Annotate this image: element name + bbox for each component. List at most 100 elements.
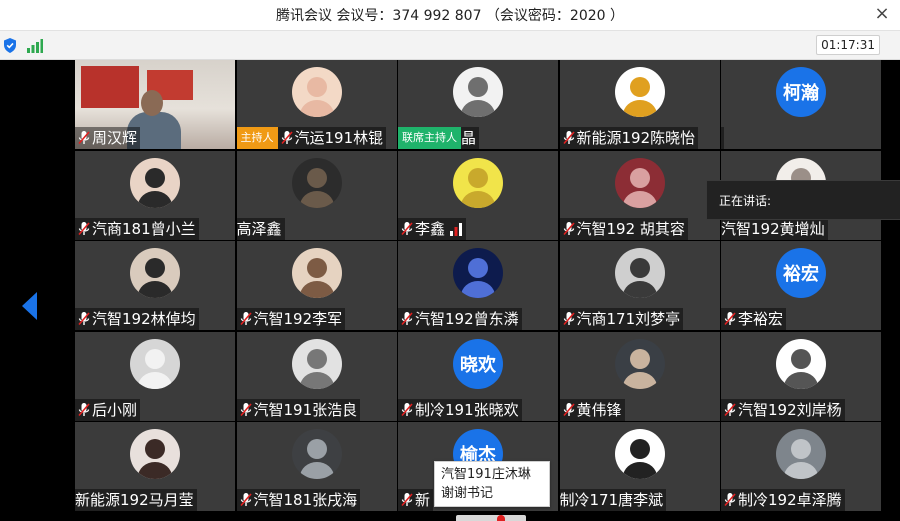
participant-tile[interactable]: 汽智191张浩良 (236, 331, 397, 421)
participant-tile[interactable]: 新能源192马月莹 (75, 422, 235, 511)
participant-name-row: 周汉辉 (75, 127, 141, 149)
name-plate (721, 127, 724, 149)
mic-icon (78, 312, 90, 326)
mic-icon (562, 312, 575, 326)
name-plate: 汽智192曾东潾 (398, 308, 522, 330)
girl-avatar-icon (130, 157, 180, 208)
shield-icon[interactable] (3, 38, 17, 53)
name-plate: 制冷171唐李斌 (559, 489, 667, 511)
bw-avatar-icon (614, 248, 665, 298)
participant-name: 新能源192陈晓怡 (576, 129, 696, 147)
participant-tile[interactable]: 裕宏李裕宏 (721, 241, 881, 330)
participant-tile[interactable]: 汽智192 胡其容 (559, 150, 720, 240)
baby-avatar-icon (291, 67, 342, 117)
name-plate: 汽智181张戌海 (236, 489, 361, 511)
participant-tile[interactable]: 周汉辉 (75, 60, 235, 149)
video-stage: 周汉辉 主持人 汽运191林锟 联席主持人晶 新能源192陈晓怡 柯瀚汽商181曾小兰 高泽… (0, 60, 900, 521)
participant-tile[interactable]: 汽智192李军 (236, 241, 397, 330)
volume-level-icon (450, 222, 463, 236)
default-person-avatar-icon (130, 338, 180, 389)
participant-avatar: 裕宏 (776, 248, 826, 298)
signal-icon[interactable] (27, 39, 43, 53)
helmet-avatar-icon (291, 429, 342, 479)
participant-tile[interactable]: 汽智181张戌海 (236, 422, 397, 511)
participant-tile[interactable]: 晓欢 制冷191张晓欢 (398, 331, 558, 421)
previous-page-arrow-icon[interactable] (22, 292, 38, 320)
participant-avatar: 晓欢 (453, 338, 503, 389)
participant-name-row: 汽智192林倬均 (75, 308, 199, 330)
participant-tile[interactable]: 汽商181曾小兰 (75, 150, 235, 240)
participant-name-row: 制冷171唐李斌 (559, 489, 667, 511)
video-banner (81, 66, 139, 108)
name-plate: 高泽鑫 (236, 217, 285, 240)
participant-name: 晶 (461, 129, 477, 147)
bottom-toolbar-handle[interactable] (456, 515, 526, 521)
participant-name-row: 新能源192马月莹 (75, 489, 197, 511)
mic-icon (401, 221, 413, 235)
mic-icon (724, 312, 736, 326)
name-plate: 周汉辉 (75, 127, 141, 149)
participant-name: 后小刚 (92, 400, 138, 419)
participant-name-row: 汽智192 胡其容 (559, 217, 688, 240)
pooh-avatar-icon (614, 67, 665, 117)
toolbar: 01:17:31 (0, 31, 900, 60)
mic-icon (562, 131, 575, 145)
participant-tile[interactable]: 制冷192卓泽腾 (721, 422, 881, 511)
participant-name: 汽智192林倬均 (92, 310, 196, 328)
participant-tile[interactable]: 高泽鑫 (236, 150, 397, 240)
mic-icon (401, 402, 413, 416)
name-plate: 汽智192林倬均 (75, 308, 199, 330)
participant-name: 汽智192黄增灿 (721, 219, 825, 238)
window-title: 腾讯会议 会议号：374 992 807 （会议密码：2020 ） (275, 8, 625, 24)
name-plate: 汽智192刘岸杨 (721, 398, 845, 421)
participant-name: 汽运191林锟 (294, 129, 384, 147)
mic-icon (724, 493, 736, 507)
meme-avatar-icon (614, 429, 665, 479)
participant-name: 汽商181曾小兰 (92, 219, 196, 238)
participant-name-row: 联席主持人晶 (398, 127, 480, 149)
speaking-label: 正在讲话: (719, 194, 772, 208)
participant-name: 李鑫 (415, 219, 446, 238)
close-button[interactable]: × (872, 3, 892, 25)
participant-tile[interactable]: 制冷171唐李斌 (559, 422, 720, 511)
participant-tile[interactable]: 汽智192林倬均 (75, 241, 235, 330)
cohost-badge: 联席主持人 (398, 127, 461, 149)
participant-name-row: 新能源192陈晓怡 (559, 127, 699, 149)
participant-tile[interactable]: 主持人 汽运191林锟 (236, 60, 397, 149)
name-plate: 汽智192李军 (236, 308, 346, 330)
name-plate: 汽商181曾小兰 (75, 217, 199, 240)
participant-name-row: 后小刚 (75, 398, 141, 421)
video-person-head (141, 90, 163, 116)
participant-name-row (721, 127, 724, 149)
participant-name: 制冷192卓泽腾 (738, 491, 842, 509)
red-avatar-icon (614, 157, 665, 208)
mic-icon (562, 402, 575, 416)
participant-tile[interactable]: 黄伟锋 (559, 331, 720, 421)
name-plate: 黄伟锋 (559, 398, 625, 421)
participant-tile[interactable]: 联席主持人晶 (398, 60, 558, 149)
participant-tile[interactable]: 新能源192陈晓怡 (559, 60, 720, 149)
participant-tile[interactable]: 李鑫 (398, 150, 558, 240)
participant-name: 汽商171刘梦亭 (576, 310, 681, 328)
participant-tile[interactable]: 汽智192曾东潾 (398, 241, 558, 330)
participant-tile[interactable]: 柯瀚 (721, 60, 881, 149)
participant-name: 汽智191张浩良 (253, 400, 358, 419)
mic-icon (239, 312, 252, 326)
statue-avatar-icon (291, 338, 342, 389)
participant-name-row: 高泽鑫 (236, 217, 285, 240)
name-plate: 汽智191张浩良 (236, 398, 361, 421)
participant-tile[interactable]: 汽商171刘梦亭 (559, 241, 720, 330)
name-plate: 新能源192陈晓怡 (559, 127, 699, 149)
name-plate: 后小刚 (75, 398, 141, 421)
speaking-panel: 正在讲话: (706, 180, 900, 220)
tooltip-sender: 汽智191庄沐琳 (441, 467, 531, 482)
boy-avatar-icon (291, 248, 342, 298)
night-avatar-icon (453, 248, 503, 298)
name-plate: 汽商171刘梦亭 (559, 308, 684, 330)
participant-tile[interactable]: 后小刚 (75, 331, 235, 421)
participant-tile[interactable]: 汽智192刘岸杨 (721, 331, 881, 421)
participant-name-row: 汽智192黄增灿 (721, 217, 828, 240)
participant-grid: 周汉辉 主持人 汽运191林锟 联席主持人晶 新能源192陈晓怡 柯瀚汽商181曾小兰 高泽… (75, 60, 882, 521)
participant-name: 李裕宏 (738, 310, 784, 328)
host-badge: 主持人 (236, 127, 278, 149)
